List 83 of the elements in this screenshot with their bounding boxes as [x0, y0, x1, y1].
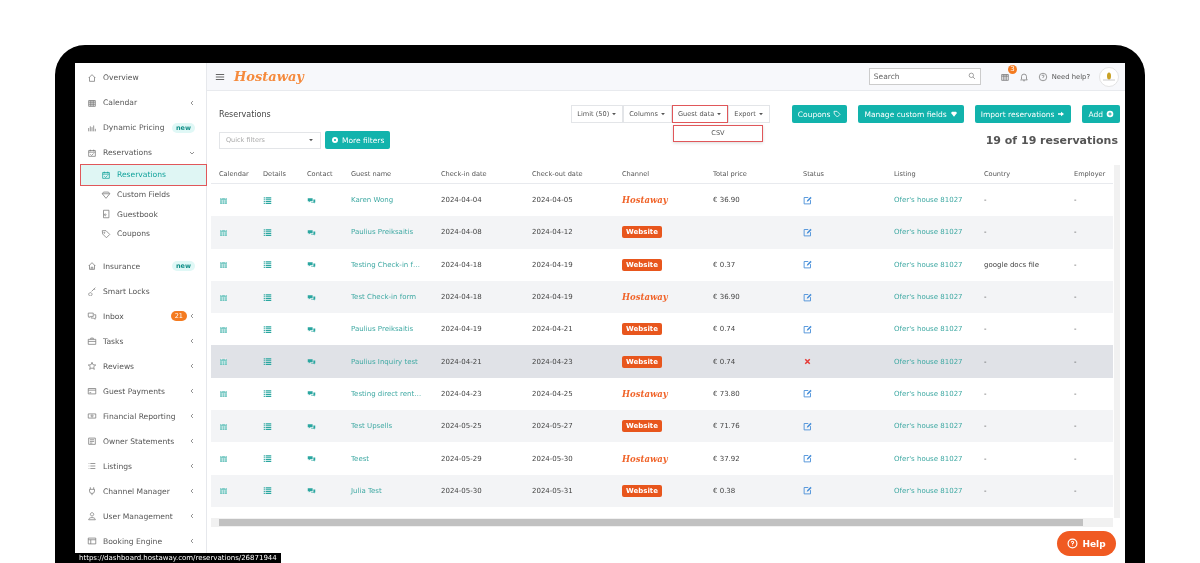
book-icon: [101, 209, 111, 220]
list-icon[interactable]: [263, 324, 272, 334]
calendar-check-icon: [87, 147, 97, 158]
chat-icon[interactable]: [307, 260, 316, 270]
channel-logo: Hostaway: [622, 453, 668, 464]
calendar-icon[interactable]: [219, 195, 228, 205]
calendar-icon[interactable]: [219, 486, 228, 496]
edit-icon[interactable]: [803, 421, 812, 431]
edit-icon[interactable]: [803, 195, 812, 205]
caret-icon: [308, 137, 314, 143]
person-icon: [87, 511, 97, 522]
list-icon[interactable]: [263, 357, 272, 367]
calendar-icon[interactable]: [219, 227, 228, 237]
tag-icon: [101, 228, 111, 239]
calendar-icon[interactable]: [219, 389, 228, 399]
chat-icon[interactable]: [307, 421, 316, 431]
cross-icon: [803, 357, 812, 367]
calendar-icon[interactable]: [999, 71, 1010, 82]
list-icon[interactable]: [263, 292, 272, 302]
edit-icon[interactable]: [803, 227, 812, 237]
channel-logo: Hostaway: [622, 292, 668, 303]
star-icon: [87, 361, 97, 372]
channel-logo: Hostaway: [622, 388, 668, 399]
document-icon: [87, 436, 97, 447]
window-icon: [87, 536, 97, 547]
plug-icon: [87, 486, 97, 497]
diamond-icon: [101, 189, 111, 200]
card-icon: [87, 386, 97, 397]
list-icon[interactable]: [263, 389, 272, 399]
edit-icon[interactable]: [803, 454, 812, 463]
channel-logo: Hostaway: [622, 195, 668, 206]
list-icon[interactable]: [263, 421, 272, 431]
list-icon: [87, 461, 97, 472]
list-icon[interactable]: [263, 195, 272, 205]
chat-icon: [87, 311, 97, 322]
banknote-icon: [87, 411, 97, 422]
calendar-check-icon: [101, 169, 111, 180]
key-icon: [87, 286, 97, 297]
calendar-icon[interactable]: [219, 454, 228, 463]
plus-icon: [1106, 110, 1114, 118]
bell-icon[interactable]: [1018, 71, 1029, 82]
avatar[interactable]: [1099, 66, 1119, 87]
horizontal-scrollbar[interactable]: [211, 518, 1113, 527]
edit-icon[interactable]: [803, 324, 812, 334]
diamond-icon: [949, 110, 958, 118]
chat-icon[interactable]: [307, 324, 316, 334]
chat-icon[interactable]: [307, 292, 316, 302]
chat-icon[interactable]: [307, 227, 316, 237]
list-icon[interactable]: [263, 260, 272, 270]
menu-icon[interactable]: [215, 71, 225, 82]
caret-icon: [716, 111, 723, 117]
reservation-count: 19 of 19 reservations: [985, 133, 1118, 147]
vertical-scrollbar[interactable]: [1114, 165, 1120, 518]
calendar-icon[interactable]: [219, 324, 228, 334]
chat-icon[interactable]: [307, 389, 316, 399]
search-icon: [967, 72, 976, 80]
calendar-icon[interactable]: [219, 260, 228, 270]
caret-icon: [757, 111, 764, 117]
chat-icon[interactable]: [307, 195, 316, 205]
arrow-right-icon: [1057, 110, 1066, 118]
list-icon[interactable]: [263, 454, 272, 463]
chat-icon[interactable]: [307, 357, 316, 367]
tag-icon: [833, 110, 842, 118]
help-icon: [1067, 538, 1079, 549]
edit-icon[interactable]: [803, 292, 812, 302]
briefcase-icon: [87, 336, 97, 347]
calendar-icon[interactable]: [219, 292, 228, 302]
calendar-icon[interactable]: [219, 357, 228, 367]
edit-icon[interactable]: [803, 486, 812, 496]
calendar-icon[interactable]: [219, 421, 228, 431]
house-icon: [87, 261, 97, 272]
list-icon[interactable]: [263, 486, 272, 496]
house-icon: [87, 72, 97, 83]
edit-icon[interactable]: [803, 260, 812, 270]
chat-icon[interactable]: [307, 486, 316, 496]
edit-icon[interactable]: [803, 389, 812, 399]
page-title: Reservations: [219, 109, 271, 119]
caret-icon: [659, 111, 666, 117]
caret-icon: [611, 111, 618, 117]
chat-icon[interactable]: [307, 454, 316, 463]
list-icon[interactable]: [263, 227, 272, 237]
calendar-icon: [87, 97, 97, 108]
help-icon: [1037, 71, 1048, 82]
